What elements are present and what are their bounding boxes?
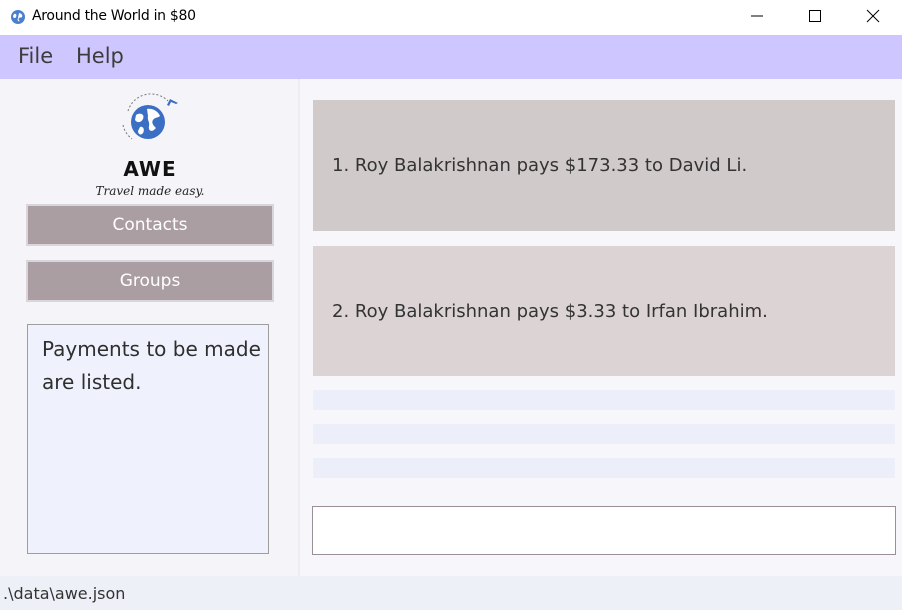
save-location: .\data\awe.json [3, 584, 126, 603]
payment-card[interactable]: 2. Roy Balakrishnan pays $3.33 to Irfan … [313, 246, 895, 376]
empty-list-row [313, 458, 895, 478]
logo-title: AWE [123, 157, 177, 181]
panel-divider [298, 79, 300, 576]
menu-file[interactable]: File [18, 44, 53, 68]
app-logo: AWE Travel made easy. [90, 93, 210, 198]
empty-list-row [313, 424, 895, 444]
status-bar: .\data\awe.json [0, 576, 902, 610]
groups-button[interactable]: Groups [26, 260, 274, 302]
payment-text: 2. Roy Balakrishnan pays $3.33 to Irfan … [332, 300, 768, 322]
result-display-text: Payments to be made are listed. [42, 337, 261, 394]
minimize-icon [751, 15, 763, 17]
close-button[interactable] [845, 0, 902, 33]
globe-icon [11, 10, 25, 24]
title-bar: Around the World in $80 [0, 0, 902, 35]
menu-bar: File Help [0, 35, 902, 79]
maximize-icon [809, 10, 821, 22]
command-input[interactable] [312, 506, 896, 555]
logo-tagline: Travel made easy. [95, 184, 205, 198]
sidebar: AWE Travel made easy. Contacts Groups Pa… [0, 79, 298, 576]
payment-card[interactable]: 1. Roy Balakrishnan pays $173.33 to Davi… [313, 100, 895, 231]
minimize-button[interactable] [729, 0, 787, 33]
menu-help[interactable]: Help [76, 44, 124, 68]
result-display-box: Payments to be made are listed. [27, 324, 269, 554]
close-icon [866, 9, 880, 23]
contacts-button[interactable]: Contacts [26, 204, 274, 246]
maximize-button[interactable] [787, 0, 845, 33]
app-window: Around the World in $80 File Help AWE Tr… [0, 0, 902, 610]
main-content: AWE Travel made easy. Contacts Groups Pa… [0, 79, 902, 576]
empty-list-row [313, 390, 895, 410]
window-title: Around the World in $80 [32, 8, 196, 24]
payment-text: 1. Roy Balakrishnan pays $173.33 to Davi… [332, 155, 748, 176]
globe-plane-icon [122, 93, 178, 140]
